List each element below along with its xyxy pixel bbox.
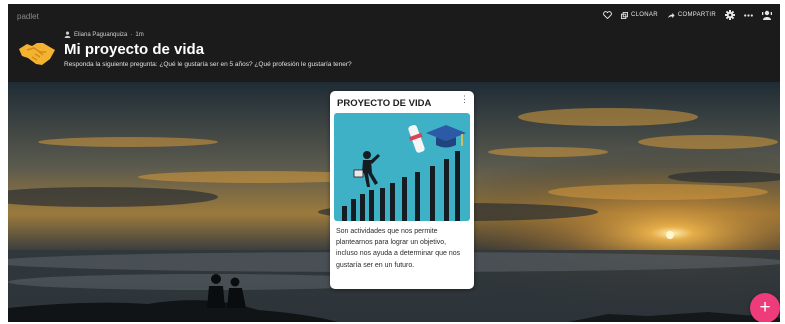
add-post-button[interactable]: + xyxy=(750,293,780,322)
like-button[interactable] xyxy=(603,11,612,19)
author-name[interactable]: Eliana Paguanquiza xyxy=(74,32,127,38)
card-illustration xyxy=(334,113,470,221)
page-description: Responda la siguiente pregunta: ¿Qué le … xyxy=(64,61,352,68)
user-icon xyxy=(64,31,71,38)
handshake-icon xyxy=(19,43,55,65)
clone-icon xyxy=(621,11,629,19)
user-icon xyxy=(762,10,772,20)
padlet-window: padlet CLONAR COMPARTIR Eliana Paguanqui… xyxy=(8,4,780,322)
brand-logo[interactable]: padlet xyxy=(17,12,39,21)
account-button[interactable] xyxy=(762,10,772,20)
clone-button[interactable]: CLONAR xyxy=(621,11,658,19)
separator-dot: · xyxy=(130,31,133,38)
card-menu-icon[interactable]: ⋮ xyxy=(460,95,469,104)
toolbar-actions: CLONAR COMPARTIR xyxy=(603,10,772,20)
card-body-text: Son actividades que nos permite plantear… xyxy=(336,228,461,269)
share-label: COMPARTIR xyxy=(677,12,716,18)
author-line: Eliana Paguanquiza · 1m xyxy=(64,31,144,38)
more-icon xyxy=(744,13,753,17)
share-button[interactable]: COMPARTIR xyxy=(667,12,716,19)
padlet-header: Eliana Paguanquiza · 1m Mi proyecto de v… xyxy=(8,28,780,82)
card-title: PROYECTO DE VIDA xyxy=(337,98,432,109)
share-icon xyxy=(667,12,675,18)
settings-button[interactable] xyxy=(725,10,735,20)
more-button[interactable] xyxy=(744,13,753,17)
post-card[interactable]: PROYECTO DE VIDA ⋮ Son actividades que n… xyxy=(330,91,474,289)
top-bar: padlet CLONAR COMPARTIR xyxy=(8,4,780,30)
heart-icon xyxy=(603,11,612,19)
gear-icon xyxy=(725,10,735,20)
page-title: Mi proyecto de vida xyxy=(64,41,205,58)
clone-label: CLONAR xyxy=(631,12,658,18)
post-time: 1m xyxy=(135,31,144,38)
